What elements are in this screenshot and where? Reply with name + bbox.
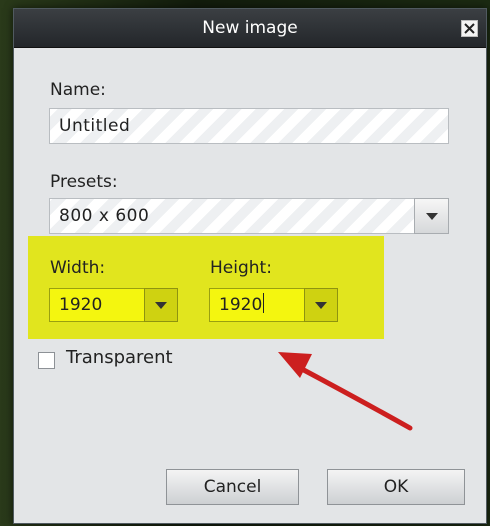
presets-label: Presets:: [50, 172, 118, 192]
height-value: 1920: [219, 295, 263, 315]
transparent-checkbox[interactable]: [38, 352, 55, 369]
height-dropdown-button[interactable]: [304, 288, 338, 322]
height-input[interactable]: 1920: [209, 288, 305, 322]
width-dropdown-button[interactable]: [144, 288, 178, 322]
width-label: Width:: [50, 258, 106, 278]
chevron-down-icon: [155, 302, 167, 309]
transparent-label: Transparent: [66, 347, 173, 368]
close-icon[interactable]: [461, 20, 478, 37]
text-caret: [263, 293, 265, 313]
presets-select[interactable]: 800 x 600: [49, 198, 415, 234]
chevron-down-icon: [315, 302, 327, 309]
name-label: Name:: [50, 80, 106, 100]
presets-dropdown-button[interactable]: [414, 198, 449, 234]
chevron-down-icon: [425, 213, 438, 220]
ok-button[interactable]: OK: [327, 469, 465, 505]
dialog-titlebar[interactable]: New image: [14, 9, 486, 48]
cancel-button[interactable]: Cancel: [166, 469, 299, 505]
width-input[interactable]: 1920: [49, 288, 145, 322]
dialog-title: New image: [202, 18, 298, 38]
name-input[interactable]: Untitled: [49, 108, 449, 144]
height-label: Height:: [210, 258, 272, 278]
